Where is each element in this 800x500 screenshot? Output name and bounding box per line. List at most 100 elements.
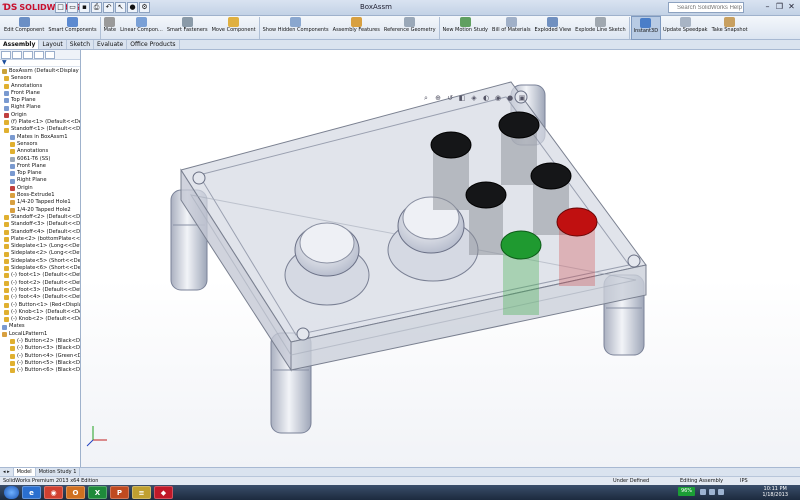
tree-item[interactable]: Boss-Extrude1 — [0, 192, 80, 199]
tree-item[interactable]: Sideplate<5> (Short<<Defaul — [0, 258, 80, 265]
save-icon[interactable]: ▪ — [79, 2, 90, 13]
button-red[interactable] — [556, 207, 598, 286]
tree-item[interactable]: Origin — [0, 185, 80, 192]
filter-icon[interactable]: ▼ — [0, 60, 80, 67]
zoom-fit-icon[interactable]: ⌕ — [421, 94, 431, 103]
tree-item[interactable]: (-) Knob<2> (Default<<Default — [0, 316, 80, 323]
help-search-input[interactable] — [668, 2, 744, 13]
tree-item[interactable]: Sideplate<6> (Short<<Defaul — [0, 265, 80, 272]
tree-item[interactable]: (-) Button<2> (Black<Disp — [0, 338, 80, 345]
tab-layout[interactable]: Layout — [39, 40, 67, 49]
reference-geometry-button[interactable]: Reference Geometry — [382, 16, 438, 40]
nav-arrows-icon[interactable]: ◂ ▸ — [0, 468, 14, 476]
minimize-icon[interactable]: – — [763, 2, 772, 11]
bill-of-materials-button[interactable]: Bill of Materials — [490, 16, 533, 40]
network-icon[interactable] — [700, 489, 706, 495]
battery-indicator[interactable]: 96% — [678, 487, 695, 496]
explode-line-sketch-button[interactable]: Explode Line Sketch — [573, 16, 627, 40]
view-orientation-icon[interactable]: ◈ — [469, 94, 479, 103]
display-style-icon[interactable]: ◐ — [481, 94, 491, 103]
button-black-3[interactable] — [465, 181, 507, 255]
tree-item[interactable]: Mates in BoxAssm1 — [0, 134, 80, 141]
mate-button[interactable]: Mate — [102, 16, 118, 40]
taskbar-app-icon[interactable]: ◉ — [44, 486, 63, 499]
flag-icon[interactable] — [718, 489, 724, 495]
tree-item[interactable]: Right Plane — [0, 177, 80, 184]
volume-icon[interactable] — [709, 489, 715, 495]
take-snapshot-button[interactable]: Take Snapshot — [710, 16, 750, 40]
linear-compon-button[interactable]: Linear Compon... — [118, 16, 165, 40]
new-document-icon[interactable]: □ — [55, 2, 66, 13]
button-black-1[interactable] — [430, 131, 472, 210]
start-button[interactable] — [4, 486, 19, 499]
bottom-tab-model[interactable]: Model — [13, 468, 36, 476]
scene-icon[interactable]: ▣ — [517, 94, 527, 103]
tree-item[interactable]: (-) foot<3> (Default<<Default — [0, 287, 80, 294]
tree-item[interactable]: Standoff<4> (Default<<Defaul — [0, 229, 80, 236]
print-icon[interactable]: ⎙ — [91, 2, 102, 13]
tree-item[interactable]: Annotations — [0, 148, 80, 155]
taskbar-app-icon[interactable]: ◆ — [154, 486, 173, 499]
tree-item[interactable]: Top Plane — [0, 170, 80, 177]
tree-item[interactable]: (-) Button<6> (Black<Disp — [0, 367, 80, 374]
open-icon[interactable]: ▭ — [67, 2, 78, 13]
solidworks-logo[interactable]: ƊS SOLIDWORKS — [3, 3, 80, 13]
tab-office-products[interactable]: Office Products — [127, 40, 180, 49]
tree-item[interactable]: LocalLPattern1 — [0, 331, 80, 338]
tree-item[interactable]: (-) Button<4> (Green<Disp — [0, 353, 80, 360]
tree-item[interactable]: (-) Button<1> (Red<Display St — [0, 302, 80, 309]
tree-item[interactable]: (-) Knob<1> (Default<<Default — [0, 309, 80, 316]
tree-item[interactable]: Front Plane — [0, 90, 80, 97]
property-manager-tab-icon[interactable] — [12, 51, 22, 59]
select-icon[interactable]: ↖ — [115, 2, 126, 13]
close-icon[interactable]: ✕ — [787, 2, 796, 11]
restore-icon[interactable]: ❐ — [775, 2, 784, 11]
taskbar-app-icon[interactable]: O — [66, 486, 85, 499]
hide-show-icon[interactable]: ◉ — [493, 94, 503, 103]
update-speedpak-button[interactable]: Update Speedpak — [661, 16, 710, 40]
tab-assembly[interactable]: Assembly — [0, 40, 40, 49]
tree-item[interactable]: (-) foot<4> (Default<<Default — [0, 294, 80, 301]
tree-item[interactable]: Annotations — [0, 83, 80, 90]
tree-item[interactable]: (-) Button<3> (Black<Disp — [0, 345, 80, 352]
undo-icon[interactable]: ↶ — [103, 2, 114, 13]
taskbar-app-icon[interactable]: e — [22, 486, 41, 499]
units-button[interactable]: IPS — [740, 477, 748, 485]
tree-item[interactable]: (-) foot<1> (Default<<Default — [0, 272, 80, 279]
tab-sketch[interactable]: Sketch — [67, 40, 94, 49]
tree-item[interactable]: 1/4-20 Tapped Hole1 — [0, 199, 80, 206]
tree-item[interactable]: Standoff<2> (Default<<Defaul — [0, 214, 80, 221]
rebuild-icon[interactable]: ● — [127, 2, 138, 13]
smart-components-button[interactable]: Smart Components — [46, 16, 98, 40]
tree-item[interactable]: BoxAssm (Default<Display State — [0, 68, 80, 75]
tree-item[interactable]: Standoff<1> (Default<<Default — [0, 126, 80, 133]
section-view-icon[interactable]: ◧ — [457, 94, 467, 103]
tree-item[interactable]: Front Plane — [0, 163, 80, 170]
tree-item[interactable]: 6061-T6 (SS) — [0, 156, 80, 163]
previous-view-icon[interactable]: ↺ — [445, 94, 455, 103]
taskbar-app-icon[interactable]: X — [88, 486, 107, 499]
bottom-tab-motion-study-1[interactable]: Motion Study 1 — [36, 468, 81, 476]
tree-item[interactable]: Origin — [0, 112, 80, 119]
tree-item[interactable]: Standoff<3> (Default<<Defaul — [0, 221, 80, 228]
tab-evaluate[interactable]: Evaluate — [94, 40, 128, 49]
button-green[interactable] — [500, 230, 542, 315]
graphics-viewport[interactable]: ⌕ ⊕ ↺ ◧ ◈ ◐ ◉ ● ▣ — [81, 50, 800, 467]
clock[interactable]: 10:11 PM 1/18/2013 — [762, 486, 788, 498]
tree-item[interactable]: Mates — [0, 323, 80, 330]
assembly-features-button[interactable]: Assembly Features — [331, 16, 382, 40]
tree-item[interactable]: Sensors — [0, 75, 80, 82]
taskbar-app-icon[interactable]: P — [110, 486, 129, 499]
tree-item[interactable]: Plate<2> (bottomPlate<<Defa — [0, 236, 80, 243]
edit-component-button[interactable]: Edit Component — [2, 16, 46, 40]
zoom-area-icon[interactable]: ⊕ — [433, 94, 443, 103]
appearance-icon[interactable]: ● — [505, 94, 515, 103]
taskbar-app-icon[interactable]: ≡ — [132, 486, 151, 499]
tree-item[interactable]: (f) Plate<1> (Default<<Default — [0, 119, 80, 126]
tree-item[interactable]: Sideplate<2> (Long<<Default — [0, 250, 80, 257]
show-hidden-components-button[interactable]: Show Hidden Components — [261, 16, 331, 40]
assembly-model[interactable] — [81, 50, 800, 467]
tree-item[interactable]: Sideplate<1> (Long<<Default — [0, 243, 80, 250]
exploded-view-button[interactable]: Exploded View — [533, 16, 574, 40]
tree-item[interactable]: Top Plane — [0, 97, 80, 104]
